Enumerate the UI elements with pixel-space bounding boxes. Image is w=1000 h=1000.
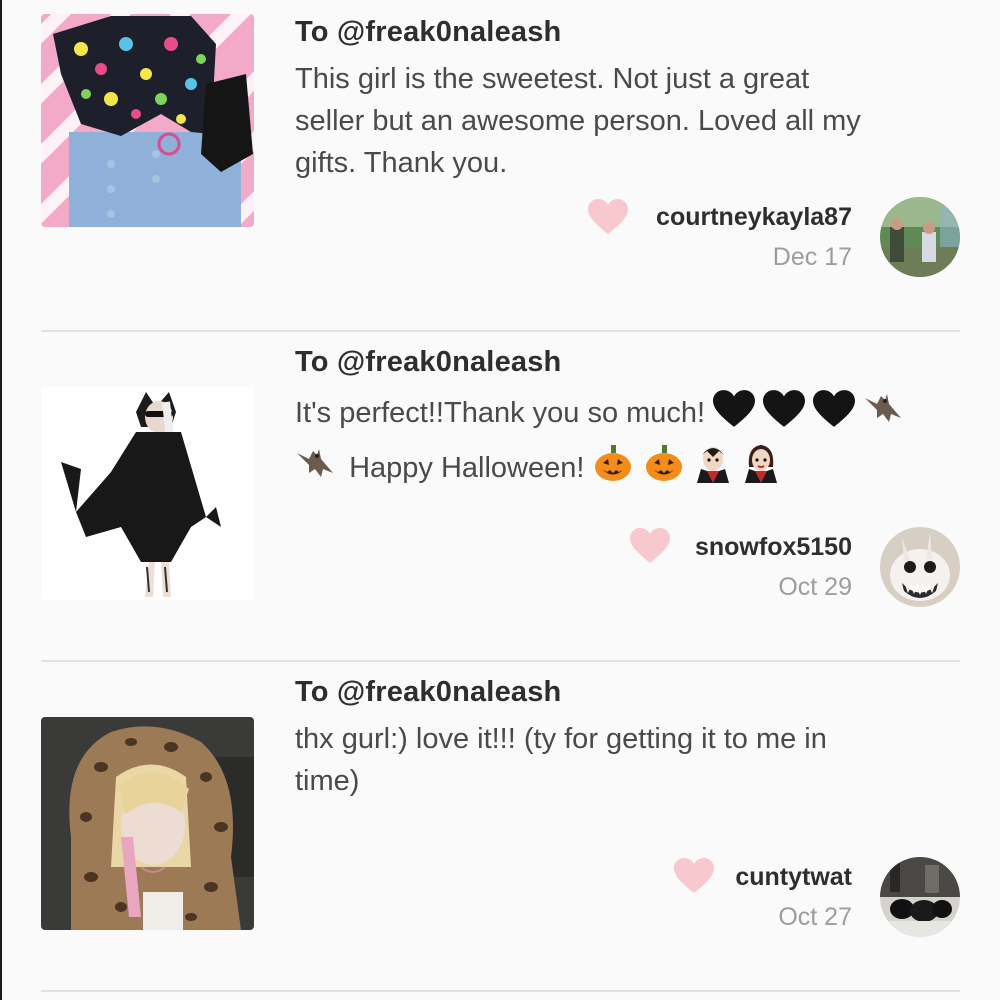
vampire-man-icon xyxy=(693,441,733,496)
heart-icon[interactable] xyxy=(588,199,628,235)
review-text-line: gifts. Thank you. xyxy=(295,147,508,179)
leopard-hood-selfie-thumbnail[interactable] xyxy=(41,717,254,930)
review-text-segment: Happy Halloween! xyxy=(349,452,585,484)
leopard-hood-selfie-image xyxy=(41,717,254,930)
heart-icon[interactable] xyxy=(630,528,670,564)
review-date: Oct 27 xyxy=(778,903,852,931)
black-heart-icon xyxy=(813,390,856,441)
bat-costume-photo-thumbnail[interactable] xyxy=(41,387,254,600)
reviewer-avatar[interactable] xyxy=(880,197,960,277)
bat-icon xyxy=(863,388,903,441)
jack-o-lantern-icon xyxy=(643,443,685,496)
black-heart-icon xyxy=(763,390,806,441)
review-divider xyxy=(41,990,960,992)
bat-costume-photo-image xyxy=(41,387,254,600)
review-text-line: This girl is the sweetest. Not just a gr… xyxy=(295,63,810,95)
reviewer-avatar[interactable] xyxy=(880,527,960,607)
reviewer-avatar[interactable] xyxy=(880,857,960,937)
review-text-segment: It's perfect!!Thank you so much! xyxy=(295,397,706,429)
recipient-line: To @freak0naleash xyxy=(295,346,562,378)
review-text-line: seller but an awesome person. Loved all … xyxy=(295,105,861,137)
reviewer-username[interactable]: courtneykayla87 xyxy=(656,203,852,232)
heart-icon[interactable] xyxy=(674,858,714,894)
recipient-line: To @freak0naleash xyxy=(295,16,562,48)
bat-icon xyxy=(295,443,335,496)
review-text-line: time) xyxy=(295,765,360,797)
review-card: To @freak0naleash It's perfect!!Thank yo… xyxy=(0,330,1000,660)
reviewer-username[interactable]: cuntytwat xyxy=(735,863,852,892)
review-date: Dec 17 xyxy=(772,243,852,271)
recipient-line: To @freak0naleash xyxy=(295,676,562,708)
review-text-line: thx gurl:) love it!!! (ty for getting it… xyxy=(295,723,827,755)
review-text: thx gurl:) love it!!! (ty for getting it… xyxy=(295,718,965,802)
reviewer-username[interactable]: snowfox5150 xyxy=(695,533,852,562)
outfit-photo-image xyxy=(41,14,254,227)
black-heart-icon xyxy=(713,390,756,441)
vampire-woman-icon xyxy=(741,441,781,496)
review-text-line: It's perfect!!Thank you so much! xyxy=(295,388,965,441)
review-text: This girl is the sweetest. Not just a gr… xyxy=(295,58,965,184)
jack-o-lantern-icon xyxy=(592,443,634,496)
review-card: To @freak0naleash thx gurl:) love it!!! … xyxy=(0,660,1000,990)
review-text: It's perfect!!Thank you so much! Happy H… xyxy=(295,388,965,496)
outfit-photo-thumbnail[interactable] xyxy=(41,14,254,227)
review-date: Oct 29 xyxy=(778,573,852,601)
review-card: To @freak0naleash This girl is the sweet… xyxy=(0,0,1000,330)
review-text-line: Happy Halloween! xyxy=(295,441,965,496)
